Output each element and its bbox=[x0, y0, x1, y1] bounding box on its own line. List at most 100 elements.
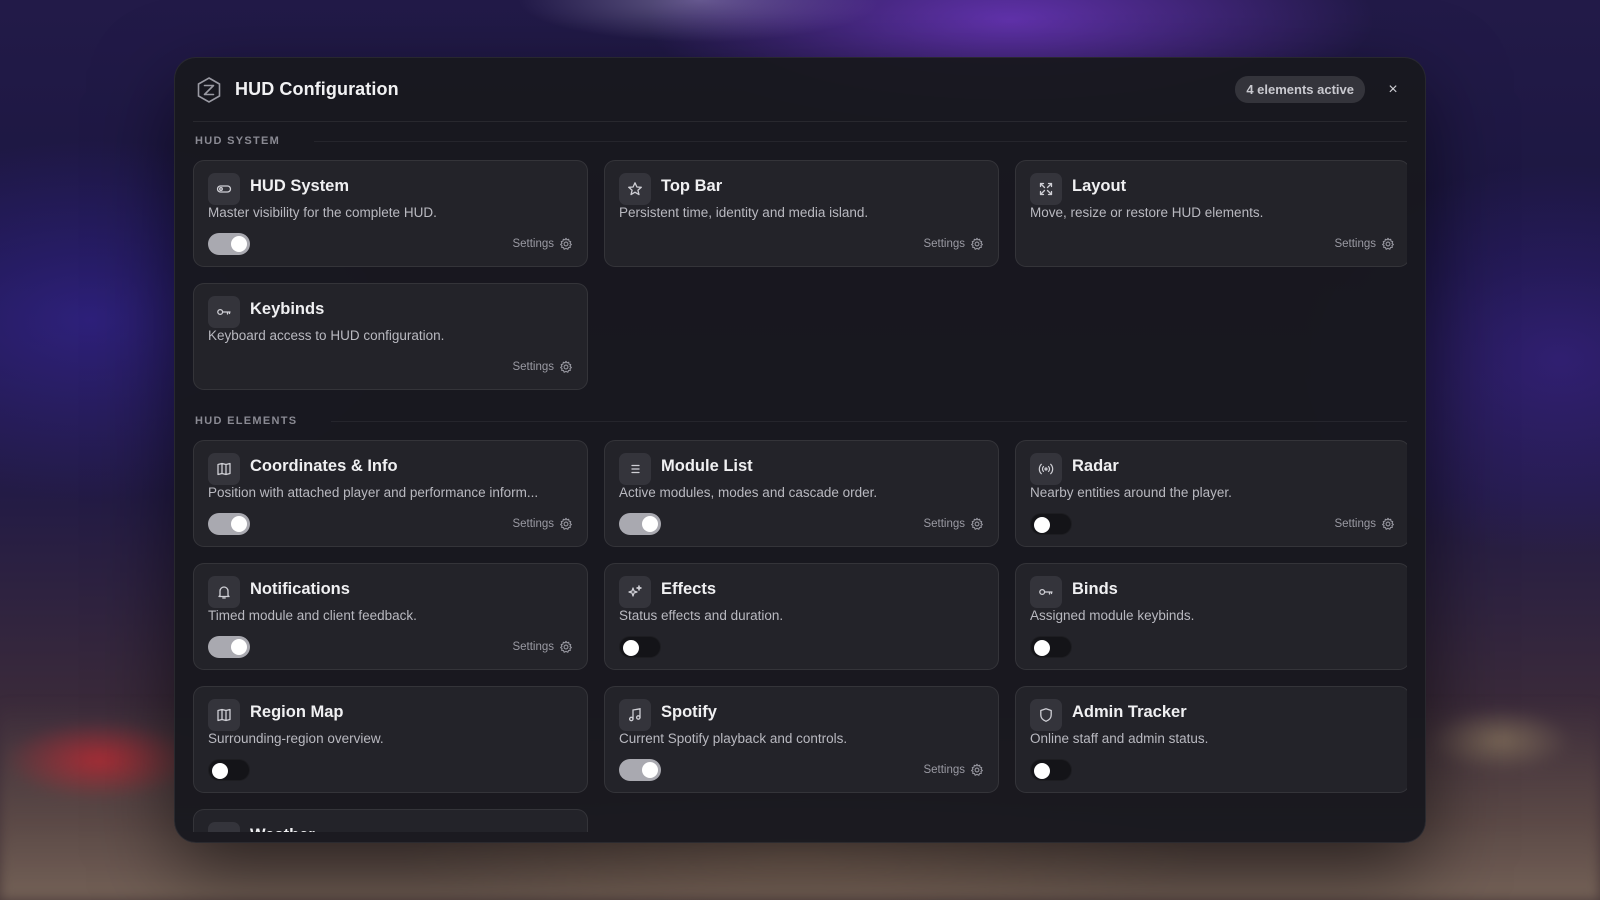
sparkle-icon bbox=[619, 576, 651, 608]
toggle-coordinates-and-info[interactable] bbox=[208, 513, 250, 535]
panel-header: HUD Configuration 4 elements active × bbox=[193, 58, 1407, 122]
section-label: HUD ELEMENTS bbox=[195, 415, 298, 427]
hud-card-weather[interactable]: Weather bbox=[193, 809, 588, 832]
card-description: Online staff and admin status. bbox=[1030, 731, 1209, 746]
card-description: Timed module and client feedback. bbox=[208, 608, 417, 623]
settings-button-radar[interactable]: Settings bbox=[1334, 517, 1395, 531]
card-description: Surrounding-region overview. bbox=[208, 731, 384, 746]
settings-label: Settings bbox=[923, 764, 965, 776]
section-header-hud-elements: HUD ELEMENTS bbox=[193, 402, 1407, 440]
toggle-knob bbox=[231, 236, 247, 252]
active-count-badge: 4 elements active bbox=[1235, 76, 1365, 103]
toggle-knob bbox=[231, 639, 247, 655]
settings-button-top-bar[interactable]: Settings bbox=[923, 237, 984, 251]
settings-button-layout[interactable]: Settings bbox=[1334, 237, 1395, 251]
music-icon bbox=[619, 699, 651, 731]
hud-card-keybinds[interactable]: Keybinds Keyboard access to HUD configura… bbox=[193, 283, 588, 390]
card-description: Nearby entities around the player. bbox=[1030, 485, 1232, 500]
toggle-knob bbox=[623, 640, 639, 656]
card-title: Spotify bbox=[661, 702, 717, 721]
hud-card-effects[interactable]: Effects Status effects and duration. bbox=[604, 563, 999, 670]
hud-card-binds[interactable]: Binds Assigned module keybinds. bbox=[1015, 563, 1407, 670]
toggle-region-map[interactable] bbox=[208, 759, 250, 781]
hud-card-coordinates-and-info[interactable]: Coordinates & Info Position with attached… bbox=[193, 440, 588, 547]
settings-label: Settings bbox=[1334, 518, 1376, 530]
section-divider bbox=[314, 140, 1407, 142]
settings-button-notifications[interactable]: Settings bbox=[512, 640, 573, 654]
toggle-radar[interactable] bbox=[1030, 513, 1072, 535]
toggle-hud-system[interactable] bbox=[208, 233, 250, 255]
card-title: HUD System bbox=[250, 176, 350, 195]
map-icon bbox=[208, 453, 240, 485]
section-divider bbox=[331, 420, 1407, 422]
hud-card-spotify[interactable]: Spotify Current Spotify playback and cont… bbox=[604, 686, 999, 793]
hud-card-admin-tracker[interactable]: Admin Tracker Online staff and admin stat… bbox=[1015, 686, 1407, 793]
section-header-hud-system: HUD SYSTEM bbox=[193, 122, 1407, 160]
toggle-knob bbox=[231, 516, 247, 532]
gear-icon bbox=[965, 763, 984, 777]
gear-icon bbox=[554, 517, 573, 531]
toggle-spotify[interactable] bbox=[619, 759, 661, 781]
card-title: Weather bbox=[250, 826, 315, 833]
gear-icon bbox=[554, 640, 573, 654]
toggle-effects[interactable] bbox=[619, 636, 661, 658]
toggle-knob bbox=[1034, 517, 1050, 533]
card-title: Layout bbox=[1072, 176, 1127, 195]
gear-icon bbox=[1376, 517, 1395, 531]
section-label: HUD SYSTEM bbox=[195, 135, 281, 147]
card-title: Keybinds bbox=[250, 299, 325, 318]
settings-label: Settings bbox=[512, 641, 554, 653]
card-title: Notifications bbox=[250, 579, 350, 598]
toggle-knob bbox=[642, 762, 658, 778]
card-description: Persistent time, identity and media isla… bbox=[619, 205, 869, 220]
hud-card-notifications[interactable]: Notifications Timed module and client fee… bbox=[193, 563, 588, 670]
gear-icon bbox=[965, 517, 984, 531]
panel-content[interactable]: HUD SYSTEM HUD System Master visibility fo… bbox=[193, 122, 1407, 832]
card-description: Current Spotify playback and controls. bbox=[619, 731, 848, 746]
close-button[interactable]: × bbox=[1379, 76, 1407, 104]
toggle-knob bbox=[1034, 640, 1050, 656]
card-title: Effects bbox=[661, 579, 717, 598]
toggle-knob bbox=[212, 763, 228, 779]
hud-card-hud-system[interactable]: HUD System Master visibility for the comp… bbox=[193, 160, 588, 267]
toggle-binds[interactable] bbox=[1030, 636, 1072, 658]
settings-button-spotify[interactable]: Settings bbox=[923, 763, 984, 777]
card-description: Keyboard access to HUD configuration. bbox=[208, 328, 445, 343]
settings-label: Settings bbox=[512, 361, 554, 373]
card-description: Position with attached player and perfor… bbox=[208, 485, 539, 500]
weather-icon bbox=[208, 822, 240, 832]
key-icon bbox=[208, 296, 240, 328]
shield-icon bbox=[1030, 699, 1062, 731]
page-title: HUD Configuration bbox=[235, 79, 399, 99]
card-grid-hud-elements: Coordinates & Info Position with attached… bbox=[193, 440, 1407, 832]
hud-card-layout[interactable]: Layout Move, resize or restore HUD elemen… bbox=[1015, 160, 1407, 267]
card-description: Assigned module keybinds. bbox=[1030, 608, 1195, 623]
gear-icon bbox=[1376, 237, 1395, 251]
logo-icon bbox=[195, 76, 223, 104]
key-icon bbox=[1030, 576, 1062, 608]
toggle-knob bbox=[642, 516, 658, 532]
toggle-notifications[interactable] bbox=[208, 636, 250, 658]
settings-button-keybinds[interactable]: Settings bbox=[512, 360, 573, 374]
hud-card-module-list[interactable]: Module List Active modules, modes and cas… bbox=[604, 440, 999, 547]
hud-card-top-bar[interactable]: Top Bar Persistent time, identity and med… bbox=[604, 160, 999, 267]
settings-button-coordinates-and-info[interactable]: Settings bbox=[512, 517, 573, 531]
settings-button-hud-system[interactable]: Settings bbox=[512, 237, 573, 251]
card-title: Binds bbox=[1072, 579, 1118, 598]
toggle-module-list[interactable] bbox=[619, 513, 661, 535]
expand-icon bbox=[1030, 173, 1062, 205]
card-title: Region Map bbox=[250, 702, 344, 721]
settings-label: Settings bbox=[923, 238, 965, 250]
hud-config-panel: HUD Configuration 4 elements active × HU… bbox=[174, 57, 1426, 843]
settings-label: Settings bbox=[512, 518, 554, 530]
hud-card-radar[interactable]: Radar Nearby entities around the player. S… bbox=[1015, 440, 1407, 547]
card-description: Active modules, modes and cascade order. bbox=[619, 485, 878, 500]
card-description: Move, resize or restore HUD elements. bbox=[1030, 205, 1264, 220]
settings-button-module-list[interactable]: Settings bbox=[923, 517, 984, 531]
bell-icon bbox=[208, 576, 240, 608]
star-icon bbox=[619, 173, 651, 205]
toggle-admin-tracker[interactable] bbox=[1030, 759, 1072, 781]
hud-card-region-map[interactable]: Region Map Surrounding-region overview. bbox=[193, 686, 588, 793]
card-title: Coordinates & Info bbox=[250, 456, 398, 475]
card-title: Admin Tracker bbox=[1072, 702, 1187, 721]
